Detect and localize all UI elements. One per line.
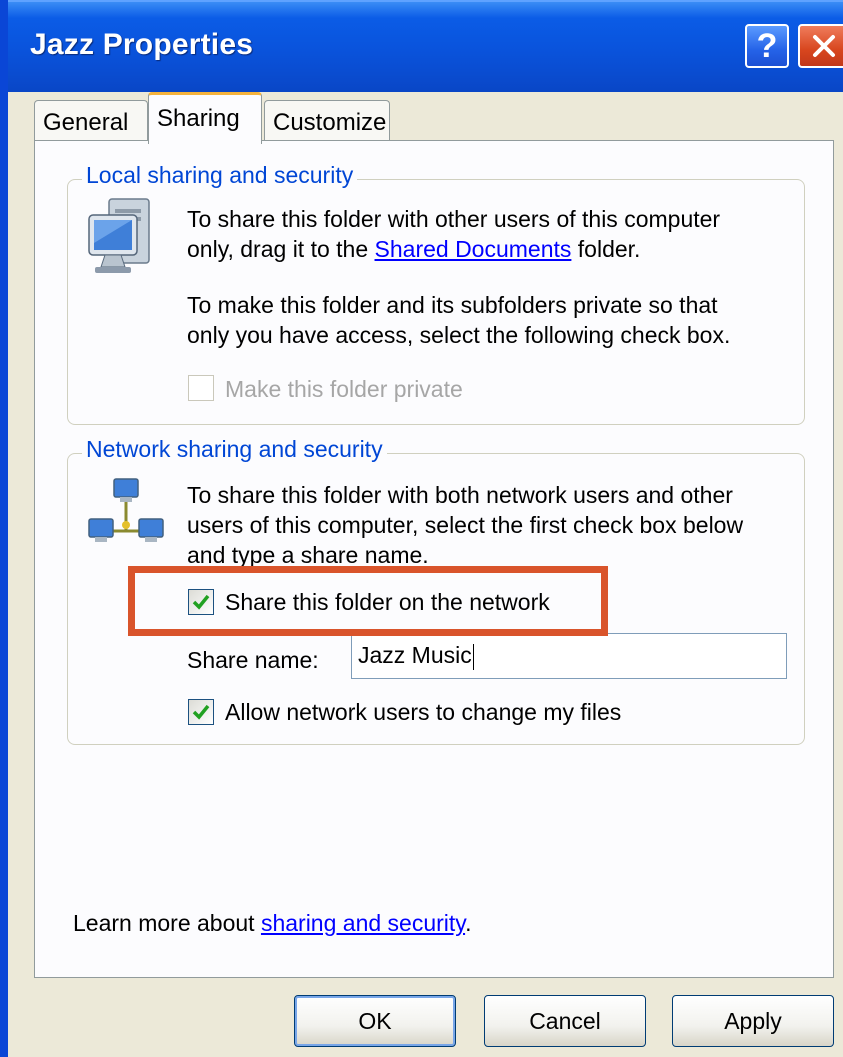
local-sharing-legend: Local sharing and security (82, 162, 358, 189)
make-private-label: Make this folder private (225, 376, 463, 402)
share-name-input[interactable]: Jazz Music (351, 633, 787, 679)
sharing-tab-panel: Local sharing and security To share this… (34, 140, 834, 978)
network-text-line2: users of this computer, select the first… (187, 512, 744, 538)
help-icon: ? (756, 26, 778, 65)
text-caret (472, 643, 474, 670)
local-text-line2: only, drag it to the Shared Documents fo… (187, 235, 640, 263)
learn-more-prefix: Learn more about (73, 910, 261, 936)
tab-customize-label: Customize (273, 109, 387, 136)
checkmark-icon (192, 704, 210, 720)
allow-change-label: Allow network users to change my files (225, 699, 622, 725)
tab-customize[interactable]: Customize (264, 100, 390, 144)
share-name-value: Jazz Music (358, 642, 472, 668)
properties-window: Jazz Properties ? General Sharing Custom… (0, 0, 843, 1057)
tab-general[interactable]: General (34, 100, 148, 144)
learn-more-suffix: . (465, 910, 472, 936)
tab-sharing-label: Sharing (157, 105, 240, 132)
close-icon (813, 35, 835, 57)
local-text-line2-suffix: folder. (571, 236, 641, 262)
tab-general-label: General (43, 109, 129, 136)
local-text-line4: only you have access, select the followi… (187, 322, 731, 348)
tab-sharing[interactable]: Sharing (148, 92, 262, 144)
help-button[interactable]: ? (745, 24, 789, 68)
cancel-button[interactable]: Cancel (484, 995, 646, 1047)
make-private-checkbox[interactable] (188, 375, 214, 401)
annotation-highlight-box (128, 566, 608, 636)
network-text-line3: and type a share name. (187, 542, 429, 568)
network-sharing-legend: Network sharing and security (82, 436, 387, 463)
window-title: Jazz Properties (30, 28, 254, 61)
share-name-label: Share name: (187, 647, 319, 673)
allow-change-checkbox[interactable] (188, 699, 214, 725)
sharing-and-security-link[interactable]: sharing and security (261, 910, 465, 936)
computer-icon (88, 198, 150, 273)
local-text-line2-prefix: only, drag it to the (187, 236, 375, 262)
learn-more-text: Learn more about sharing and security. (73, 909, 471, 937)
local-text-line1: To share this folder with other users of… (187, 206, 721, 232)
close-button[interactable] (798, 24, 843, 68)
local-text-line3: To make this folder and its subfolders p… (187, 292, 718, 318)
ok-button[interactable]: OK (294, 995, 456, 1047)
network-computers-icon (88, 478, 164, 542)
shared-documents-link[interactable]: Shared Documents (375, 236, 572, 262)
title-bar[interactable]: Jazz Properties ? (8, 0, 843, 92)
apply-button[interactable]: Apply (672, 995, 834, 1047)
network-text-line1: To share this folder with both network u… (187, 482, 733, 508)
